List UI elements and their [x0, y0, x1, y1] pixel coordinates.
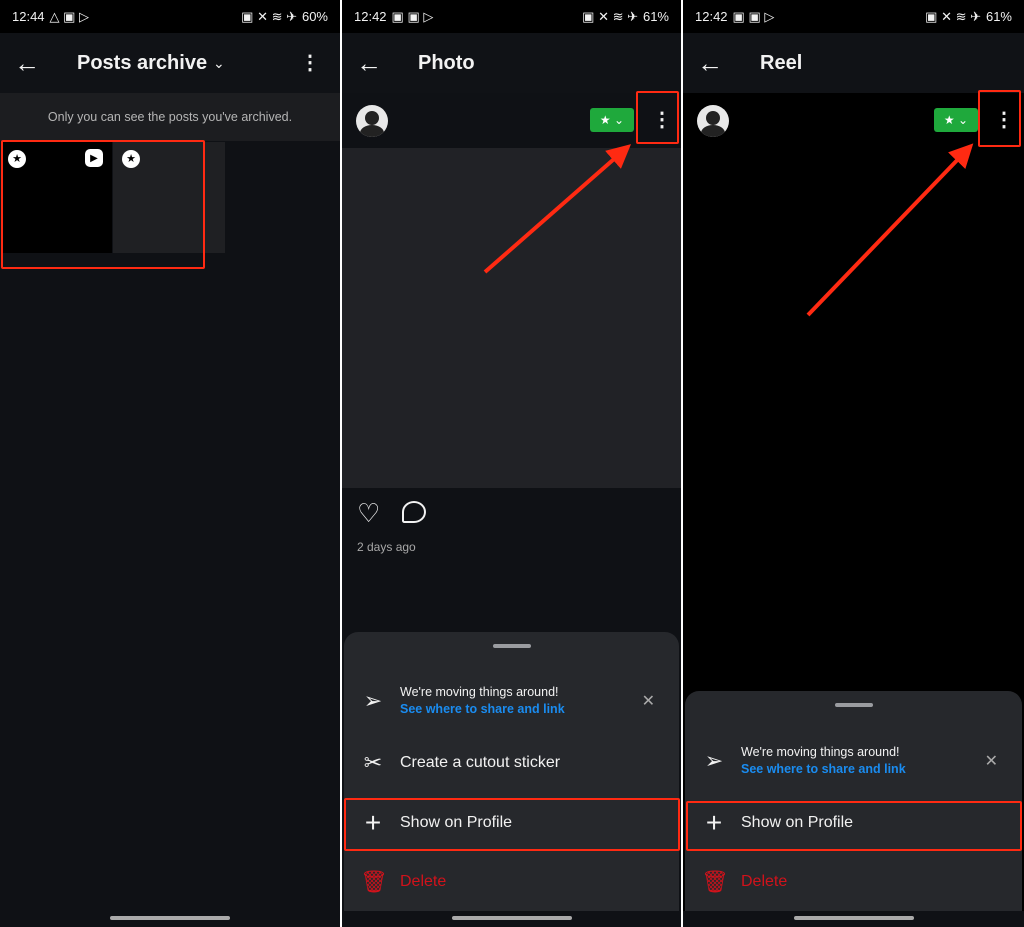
annotation-arrows: [483, 143, 974, 317]
arrow-to-photo-options: [483, 144, 632, 274]
arrow-to-reel-options: [806, 143, 974, 317]
